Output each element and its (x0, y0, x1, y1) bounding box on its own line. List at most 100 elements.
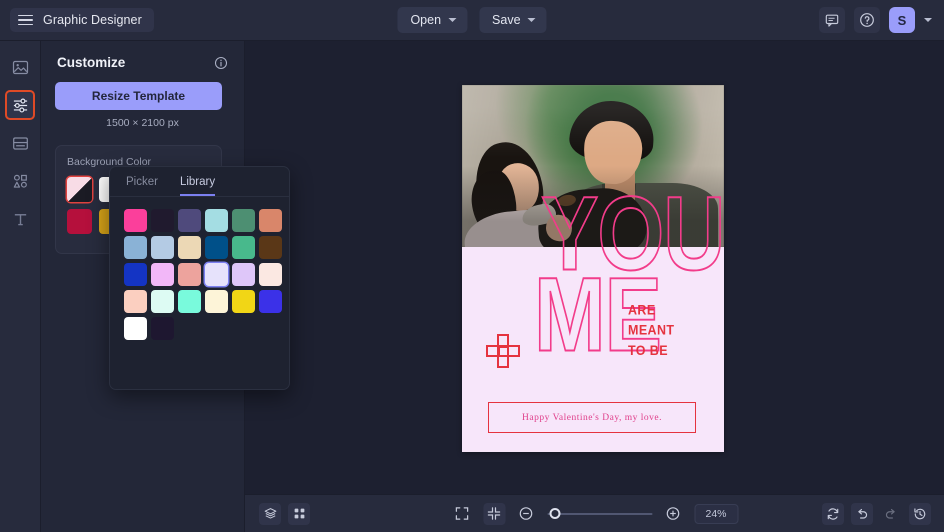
swatch-steel-blue[interactable] (124, 236, 147, 259)
canvas-stage[interactable]: YOU ME ARE MEANT TO BE Happy Valentine's… (245, 41, 944, 494)
zoom-in-icon (666, 507, 680, 520)
help-button[interactable] (854, 7, 880, 33)
chevron-down-icon (527, 18, 536, 22)
color-library-popover: Picker Library (109, 166, 290, 390)
app-title: Graphic Designer (43, 13, 142, 27)
sidebar-item-shapes[interactable] (5, 166, 35, 196)
zoom-level-value[interactable]: 24% (694, 503, 738, 524)
image-icon (12, 60, 28, 74)
swatch-rose[interactable] (178, 263, 201, 286)
top-center-actions: Open Save (397, 7, 547, 33)
swatch-brown[interactable] (259, 236, 282, 259)
layers-icon (264, 508, 276, 519)
shapes-icon (13, 174, 27, 188)
tab-picker[interactable]: Picker (126, 176, 158, 196)
refresh-button[interactable] (822, 502, 844, 525)
zoom-controls: 24% (451, 502, 738, 525)
sidebar-item-image[interactable] (5, 52, 35, 82)
swatch-blush[interactable] (67, 177, 92, 202)
swatch-mint-ice[interactable] (151, 290, 174, 313)
swatch-hot-pink[interactable] (124, 209, 147, 232)
undo-icon (858, 508, 868, 519)
sidebar-item-customize[interactable] (5, 90, 35, 120)
tagline-line-2: MEANT (628, 322, 675, 339)
swatch-cream-pink[interactable] (259, 263, 282, 286)
sidebar-item-layout[interactable] (5, 128, 35, 158)
swatch-light-blue[interactable] (151, 236, 174, 259)
refresh-icon (827, 507, 839, 520)
fit-screen-button[interactable] (451, 503, 473, 525)
bottom-bar: 24% (245, 494, 944, 532)
library-swatch-grid (110, 197, 289, 340)
shrink-button[interactable] (483, 502, 505, 525)
top-bar: Graphic Designer Open Save S (0, 0, 944, 41)
plus-center-fill (497, 345, 509, 357)
swatch-white[interactable] (124, 317, 147, 340)
swatch-ink[interactable] (151, 317, 174, 340)
template-dimensions: 1500 × 2100 px (106, 117, 179, 129)
zoom-slider[interactable] (547, 507, 652, 521)
swatch-royal-blue[interactable] (124, 263, 147, 286)
redo-icon (885, 508, 895, 519)
bottom-left-tools (259, 502, 310, 525)
swatch-aquamarine[interactable] (178, 290, 201, 313)
save-label: Save (492, 13, 521, 27)
swatch-crimson[interactable] (67, 209, 92, 234)
app-menu-button[interactable]: Graphic Designer (10, 8, 154, 32)
undo-button[interactable] (851, 502, 873, 525)
tagline-line-3: TO BE (628, 342, 668, 359)
swatch-near-black-purple[interactable] (151, 209, 174, 232)
message-box[interactable]: Happy Valentine's Day, my love. (488, 402, 696, 433)
swatch-ivory[interactable] (205, 290, 228, 313)
account-chevron-down-icon[interactable] (924, 18, 932, 22)
zoom-in-button[interactable] (662, 503, 684, 525)
app-root: Graphic Designer Open Save S Customize R… (0, 0, 944, 532)
save-button[interactable]: Save (479, 7, 547, 33)
chevron-down-icon (448, 18, 457, 22)
swatch-indigo[interactable] (259, 290, 282, 313)
swatch-salmon[interactable] (259, 209, 282, 232)
zoom-out-button[interactable] (515, 503, 537, 525)
top-right-actions: S (819, 7, 932, 33)
layers-button[interactable] (259, 502, 281, 525)
swatch-lavender-white[interactable] (205, 263, 228, 286)
info-button[interactable] (214, 56, 228, 70)
swatch-slate-purple[interactable] (178, 209, 201, 232)
help-circle-icon (860, 13, 874, 27)
bottom-right-tools (822, 502, 931, 525)
swatch-deep-blue[interactable] (205, 236, 228, 259)
grid-button[interactable] (288, 502, 310, 525)
swatch-orchid[interactable] (151, 263, 174, 286)
info-icon (214, 56, 228, 69)
sliders-icon (13, 98, 27, 112)
sidebar-item-text[interactable] (5, 204, 35, 234)
swatch-emerald[interactable] (232, 236, 255, 259)
tool-rail (0, 41, 41, 532)
message-text: Happy Valentine's Day, my love. (522, 412, 662, 423)
open-label: Open (410, 13, 442, 27)
swatch-light-lavender[interactable] (232, 263, 255, 286)
design-canvas[interactable]: YOU ME ARE MEANT TO BE Happy Valentine's… (462, 85, 724, 452)
zoom-slider-handle[interactable] (549, 508, 560, 519)
swatch-peach[interactable] (124, 290, 147, 313)
swatch-diagonal-marker (67, 177, 92, 202)
plus-cross-icon[interactable] (486, 334, 520, 368)
tagline-block[interactable]: ARE MEANT TO BE (628, 300, 698, 361)
redo-button[interactable] (880, 503, 902, 525)
tab-library[interactable]: Library (179, 176, 216, 196)
zoom-out-icon (519, 507, 533, 520)
avatar[interactable]: S (889, 7, 915, 33)
swatch-sea-green[interactable] (232, 209, 255, 232)
swatch-pale-aqua[interactable] (205, 209, 228, 232)
hamburger-icon (18, 14, 33, 26)
text-icon (14, 213, 26, 225)
swatch-yellow[interactable] (232, 290, 255, 313)
swatch-sand[interactable] (178, 236, 201, 259)
comment-button[interactable] (819, 7, 845, 33)
history-icon (914, 507, 926, 519)
history-button[interactable] (909, 502, 931, 525)
shrink-icon (487, 507, 501, 520)
resize-template-button[interactable]: Resize Template (55, 82, 222, 110)
open-button[interactable]: Open (397, 7, 468, 33)
page-title: Customize (57, 55, 126, 70)
